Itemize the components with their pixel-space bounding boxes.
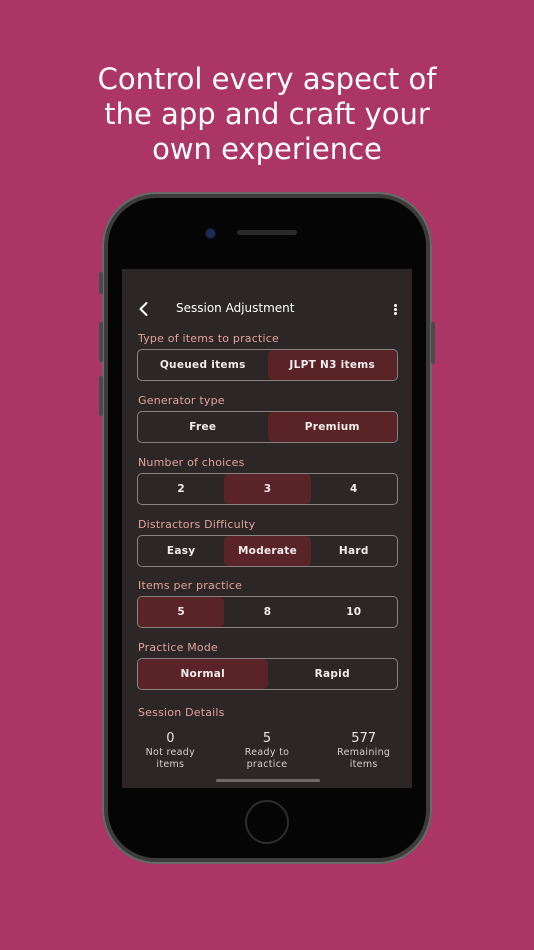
session-details-label: Session Details bbox=[138, 706, 225, 719]
stat-not-ready: 0 Not ready items bbox=[122, 731, 219, 771]
distractors-difficulty-label: Distractors Difficulty bbox=[138, 518, 256, 531]
front-camera bbox=[206, 229, 215, 238]
more-vertical-icon[interactable] bbox=[388, 299, 402, 319]
option-hard[interactable]: Hard bbox=[311, 536, 397, 566]
page-title: Session Adjustment bbox=[176, 301, 295, 315]
stat-label-line2: items bbox=[349, 759, 378, 770]
option-free[interactable]: Free bbox=[138, 412, 268, 442]
generator-type-label: Generator type bbox=[138, 394, 225, 407]
headline-line-2: the app and craft your bbox=[104, 97, 430, 131]
home-button[interactable] bbox=[245, 800, 289, 844]
option-choices-3[interactable]: 3 bbox=[224, 474, 311, 504]
stat-label-line1: Remaining bbox=[337, 747, 391, 758]
app-screen: Session Adjustment Type of items to prac… bbox=[122, 269, 412, 788]
earpiece-speaker bbox=[237, 230, 297, 235]
option-queued-items[interactable]: Queued items bbox=[138, 350, 268, 380]
number-of-choices-selector: 2 3 4 bbox=[137, 473, 398, 505]
option-easy[interactable]: Easy bbox=[138, 536, 224, 566]
practice-mode-selector: Normal Rapid bbox=[137, 658, 398, 690]
stat-label-line2: items bbox=[156, 759, 185, 770]
option-premium[interactable]: Premium bbox=[267, 412, 397, 442]
headline-line-3: own experience bbox=[152, 132, 382, 166]
headline-line-1: Control every aspect of bbox=[97, 62, 437, 96]
stat-label-line1: Ready to bbox=[244, 747, 290, 758]
option-moderate[interactable]: Moderate bbox=[224, 536, 311, 566]
option-rapid[interactable]: Rapid bbox=[268, 659, 398, 689]
type-items-selector: Queued items JLPT N3 items bbox=[137, 349, 398, 381]
option-choices-2[interactable]: 2 bbox=[138, 474, 224, 504]
type-items-label: Type of items to practice bbox=[138, 332, 279, 345]
practice-mode-label: Practice Mode bbox=[138, 641, 219, 654]
stat-ready: 5 Ready to practice bbox=[219, 731, 316, 771]
generator-type-selector: Free Premium bbox=[137, 411, 398, 443]
distractors-difficulty-selector: Easy Moderate Hard bbox=[137, 535, 398, 567]
stat-value: 577 bbox=[351, 731, 377, 746]
mute-switch bbox=[99, 272, 103, 294]
stat-value: 5 bbox=[262, 731, 272, 746]
option-normal[interactable]: Normal bbox=[138, 659, 268, 689]
option-choices-4[interactable]: 4 bbox=[311, 474, 397, 504]
option-items-10[interactable]: 10 bbox=[311, 597, 397, 627]
session-details: 0 Not ready items 5 Ready to practice 57… bbox=[122, 731, 412, 771]
volume-up-button bbox=[99, 322, 103, 362]
option-items-5[interactable]: 5 bbox=[138, 597, 225, 627]
option-items-8[interactable]: 8 bbox=[224, 597, 310, 627]
option-jlpt-n3-items[interactable]: JLPT N3 items bbox=[267, 350, 397, 380]
stat-value: 0 bbox=[166, 731, 175, 746]
headline: Control every aspect of the app and craf… bbox=[0, 62, 534, 167]
items-per-practice-label: Items per practice bbox=[138, 579, 243, 592]
home-indicator bbox=[216, 779, 320, 782]
volume-down-button bbox=[99, 376, 103, 416]
stat-label-line2: practice bbox=[246, 759, 288, 770]
stat-label-line1: Not ready bbox=[145, 747, 196, 758]
app-bar: Session Adjustment bbox=[122, 291, 412, 327]
chevron-left-icon[interactable] bbox=[134, 299, 154, 319]
number-of-choices-label: Number of choices bbox=[138, 456, 245, 469]
stat-remaining: 577 Remaining items bbox=[315, 731, 412, 771]
power-button bbox=[431, 322, 435, 364]
items-per-practice-selector: 5 8 10 bbox=[137, 596, 398, 628]
